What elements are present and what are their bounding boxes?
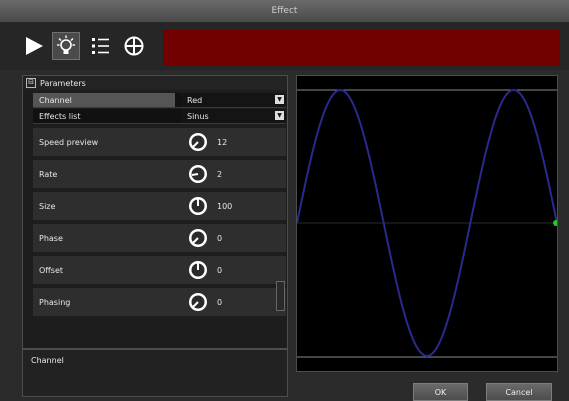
parameters-scrollbar[interactable] [276,281,285,311]
position-marker [553,220,559,226]
list-button[interactable] [86,32,114,60]
effects-list-label: Effects list [39,111,81,121]
parameters-group-title: Parameters [40,78,86,88]
offset-label: Offset [39,265,64,275]
parameters-group-header[interactable]: ⊟ Parameters [23,76,287,90]
ok-button[interactable]: OK [413,383,468,401]
effects-list-select[interactable]: Sinus ▼ [181,109,286,123]
ok-button-label: OK [434,387,447,397]
color-preview-banner [163,30,560,66]
phase-row: Phase 0 [33,224,286,252]
offset-knob[interactable] [187,259,209,281]
offset-row: Offset 0 [33,256,286,284]
help-title: Channel [31,356,64,365]
channel-label: Channel [33,93,175,107]
light-bulb-icon [57,35,75,54]
size-label: Size [39,201,56,211]
offset-value: 0 [217,265,223,275]
speed-preview-knob[interactable] [187,131,209,153]
rate-knob[interactable] [187,163,209,185]
phase-value: 0 [217,233,223,243]
channel-select[interactable]: Red ▼ [181,93,286,107]
cancel-button-label: Cancel [505,387,533,397]
parameters-panel: ⊟ Parameters Channel Red ▼ Effects list … [22,75,288,349]
phasing-value: 0 [217,297,223,307]
speed-preview-label: Speed preview [39,137,99,147]
cancel-button[interactable]: Cancel [486,383,552,401]
rate-row: Rate 2 [33,160,286,188]
channel-select-value: Red [187,95,203,105]
play-button[interactable] [20,32,48,60]
chevron-down-icon[interactable]: ▼ [275,111,284,120]
effect-graph-svg [296,88,559,358]
channel-row: Channel Red ▼ [33,93,286,108]
window-title: Effect [271,6,298,16]
help-panel: Channel [22,349,288,397]
phasing-row: Phasing 0 [33,288,286,316]
list-icon [92,38,109,54]
effects-list-select-value: Sinus [187,111,209,121]
window-title-bar: Effect [0,0,569,22]
collapse-icon[interactable]: ⊟ [26,78,36,88]
effects-list-row: Effects list Sinus ▼ [33,109,286,124]
phasing-label: Phasing [39,297,71,307]
phasing-knob[interactable] [187,291,209,313]
chevron-down-icon[interactable]: ▼ [275,95,284,104]
size-value: 100 [217,201,233,211]
move-position-icon [124,36,144,56]
phase-knob[interactable] [187,227,209,249]
light-bulb-button[interactable] [52,32,80,60]
size-row: Size 100 [33,192,286,220]
size-knob[interactable] [187,195,209,217]
phase-label: Phase [39,233,63,243]
position-button[interactable] [120,32,148,60]
rate-label: Rate [39,169,58,179]
play-icon [26,37,43,55]
speed-preview-row: Speed preview 12 [33,128,286,156]
speed-preview-value: 12 [217,137,228,147]
rate-value: 2 [217,169,223,179]
effect-graph [296,75,559,372]
